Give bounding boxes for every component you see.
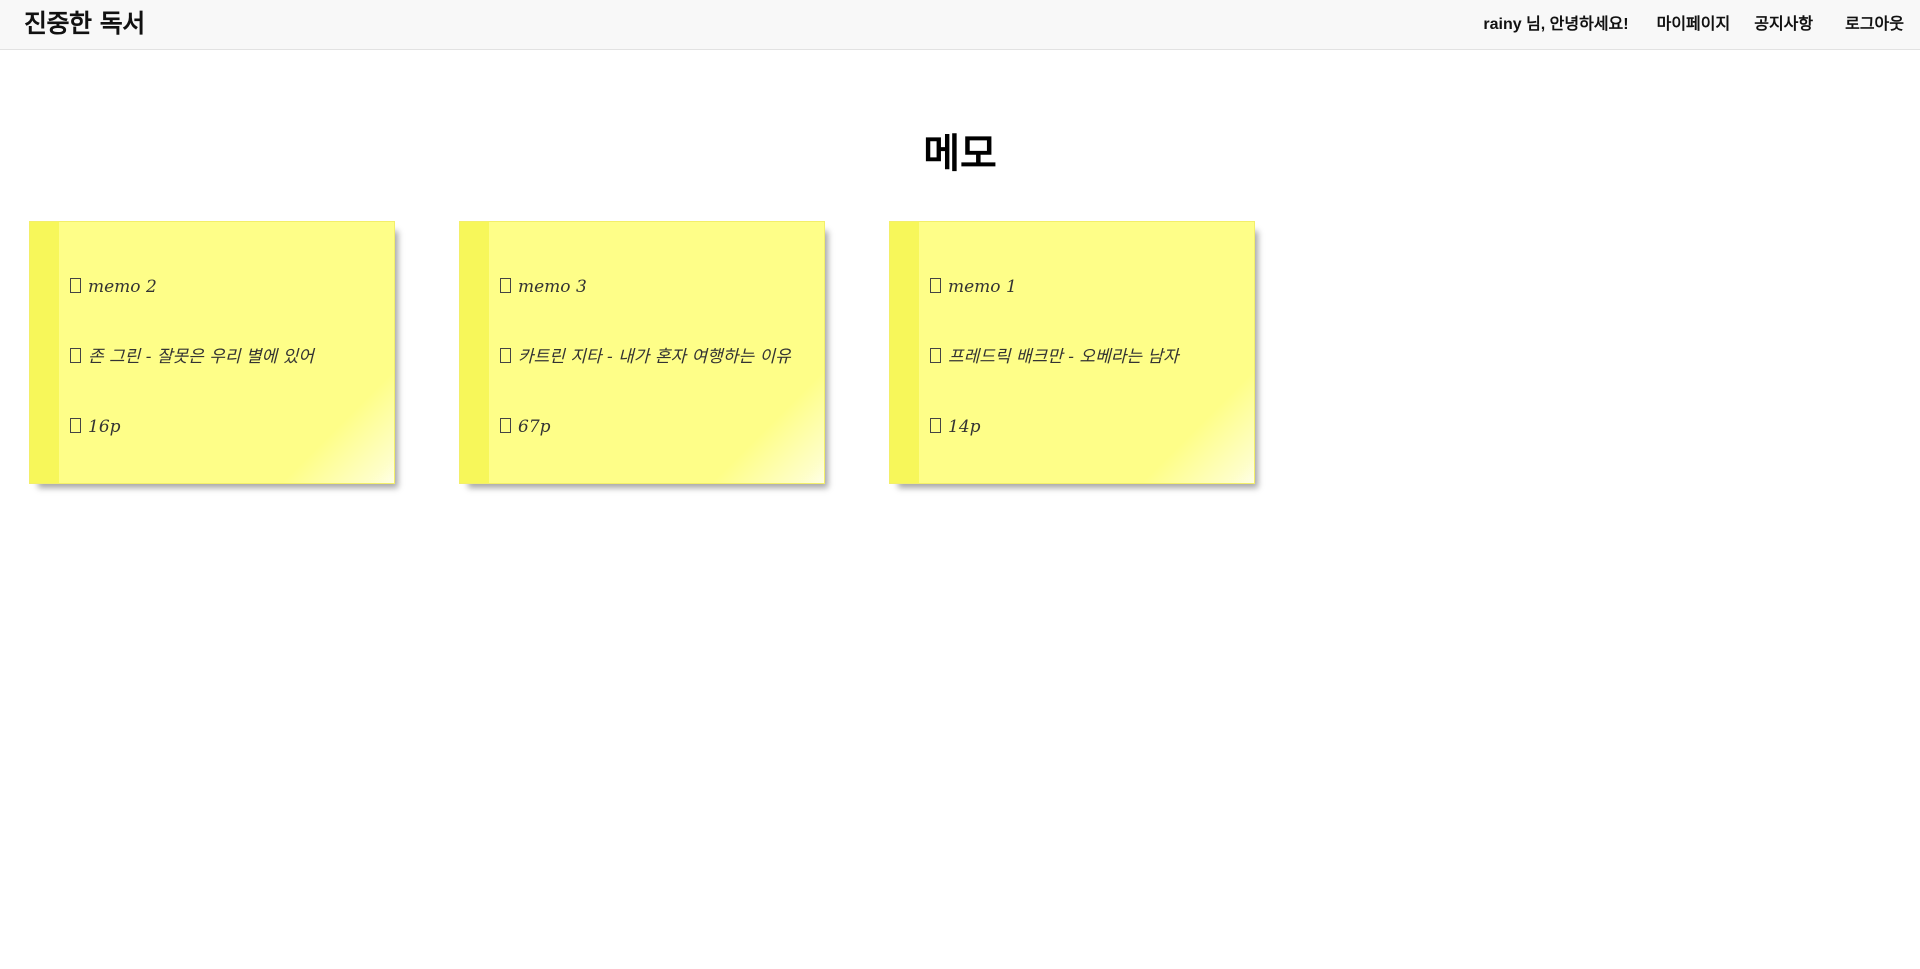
bullet-box-icon [70, 278, 81, 293]
memo-page-line: 16p [70, 412, 370, 443]
bullet-box-icon [500, 418, 511, 433]
memo-content: memo 3 카트린 지타 - 내가 혼자 여행하는 이유 67p [460, 222, 824, 483]
memo-book-line: 프레드릭 배크만 - 오베라는 남자 [930, 342, 1230, 373]
memo-book: 카트린 지타 - 내가 혼자 여행하는 이유 [518, 347, 791, 367]
memo-book: 존 그린 - 잘못은 우리 별에 있어 [88, 347, 314, 367]
memo-title: memo 1 [948, 277, 1017, 297]
nav-menu: rainy 님, 안녕하세요! 마이페이지 공지사항 로그아웃 [1471, 0, 1904, 50]
page-title: 메모 [923, 131, 997, 177]
bullet-box-icon [500, 278, 511, 293]
memo-card[interactable]: memo 1 프레드릭 배크만 - 오베라는 남자 14p [889, 221, 1255, 484]
user-greeting: rainy 님, 안녕하세요! [1483, 16, 1629, 33]
bullet-box-icon [930, 278, 941, 293]
nav-link-mypage[interactable]: 마이페이지 [1645, 0, 1743, 50]
memo-page-line: 14p [930, 412, 1230, 443]
memo-book: 프레드릭 배크만 - 오베라는 남자 [948, 347, 1179, 367]
memo-title-line: memo 3 [500, 272, 800, 303]
nav-link-notices[interactable]: 공지사항 [1742, 0, 1825, 50]
memo-strip [30, 222, 59, 483]
bullet-box-icon [930, 418, 941, 433]
memo-title: memo 2 [88, 277, 157, 297]
brand-logo[interactable]: 진중한 독서 [24, 8, 145, 40]
memo-card[interactable]: memo 2 존 그린 - 잘못은 우리 별에 있어 16p [29, 221, 395, 484]
memo-book-line: 카트린 지타 - 내가 혼자 여행하는 이유 [500, 342, 800, 373]
bullet-box-icon [930, 348, 941, 363]
memo-content: memo 2 존 그린 - 잘못은 우리 별에 있어 16p [30, 222, 394, 483]
memo-page-line: 67p [500, 412, 800, 443]
bullet-box-icon [70, 348, 81, 363]
memo-book-line: 존 그린 - 잘못은 우리 별에 있어 [70, 342, 370, 373]
memo-title: memo 3 [518, 277, 587, 297]
memo-page: 14p [948, 417, 981, 437]
memo-page: 67p [518, 417, 551, 437]
memo-strip [890, 222, 919, 483]
memo-content: memo 1 프레드릭 배크만 - 오베라는 남자 14p [890, 222, 1254, 483]
bullet-box-icon [500, 348, 511, 363]
memo-strip [460, 222, 489, 483]
bullet-box-icon [70, 418, 81, 433]
memo-title-line: memo 2 [70, 272, 370, 303]
top-navbar: 진중한 독서 rainy 님, 안녕하세요! 마이페이지 공지사항 로그아웃 [0, 0, 1920, 50]
memo-page: 16p [88, 417, 121, 437]
memo-title-line: memo 1 [930, 272, 1230, 303]
memo-card[interactable]: memo 3 카트린 지타 - 내가 혼자 여행하는 이유 67p [459, 221, 825, 484]
nav-link-logout[interactable]: 로그아웃 [1825, 0, 1904, 50]
